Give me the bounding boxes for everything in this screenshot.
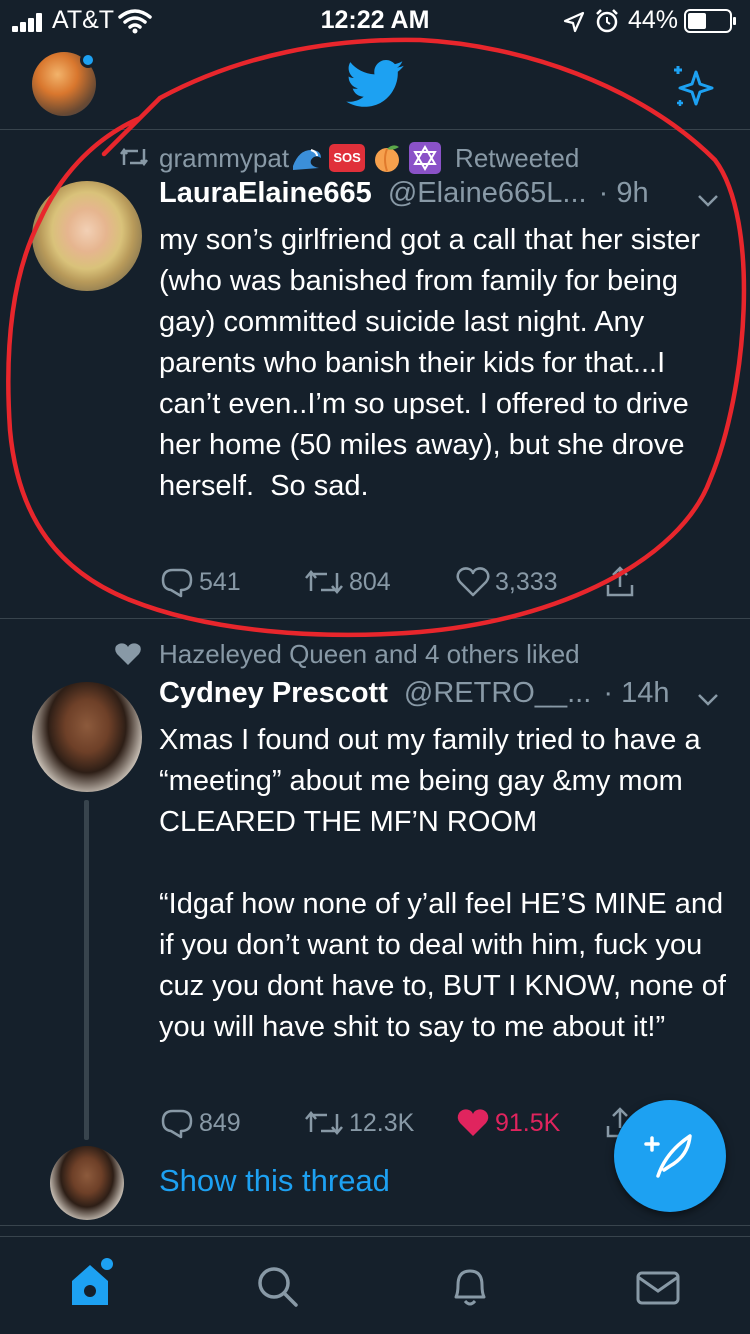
notification-dot <box>80 52 96 68</box>
tweet-text: Xmas I found out my family tried to have… <box>159 724 726 1043</box>
retweet-icon <box>305 1111 343 1135</box>
retweet-button[interactable]: 12.3K <box>303 1103 414 1143</box>
author-display-name[interactable]: LauraElaine665 <box>159 177 372 209</box>
tweet[interactable]: grammypat SOS Retweeted LauraElaine665 @… <box>0 131 750 619</box>
wave-emoji-icon <box>291 144 325 172</box>
thread-line <box>84 800 89 1140</box>
reply-button[interactable]: 849 <box>159 1103 241 1143</box>
tab-search[interactable] <box>248 1259 308 1315</box>
tweet-text: my son’s girlfriend got a call that her … <box>159 224 709 502</box>
tweet-time[interactable]: · 14h <box>603 677 669 709</box>
compose-tweet-button[interactable] <box>614 1100 726 1212</box>
reply-count: 849 <box>199 1108 241 1137</box>
tab-messages[interactable] <box>628 1259 688 1315</box>
star-of-david-emoji-icon <box>409 142 442 174</box>
like-button[interactable]: 91.5K <box>455 1103 560 1143</box>
tweet-actions: 849 12.3K 91.5K <box>159 1103 679 1143</box>
peach-emoji-icon <box>371 143 403 173</box>
search-icon <box>258 1267 298 1307</box>
tab-home[interactable] <box>60 1257 130 1317</box>
twitter-bird-icon[interactable] <box>346 60 404 108</box>
retweet-count: 804 <box>349 567 391 596</box>
messages-envelope-icon <box>636 1271 680 1305</box>
share-button[interactable] <box>603 562 641 602</box>
tweet-actions: 541 804 3,333 <box>159 562 679 602</box>
author-row: LauraElaine665 @Elaine665L... · 9h <box>159 177 649 217</box>
author-handle[interactable]: @Elaine665L... <box>388 177 587 209</box>
retweeted-label: Retweeted <box>455 142 580 173</box>
heart-filled-icon <box>457 1109 489 1136</box>
like-count: 91.5K <box>495 1108 561 1137</box>
author-display-name[interactable]: Cydney Prescott <box>159 677 388 709</box>
reply-count: 541 <box>199 567 241 596</box>
reply-icon <box>161 1109 193 1139</box>
like-count: 3,333 <box>495 567 558 596</box>
reply-icon <box>161 568 193 598</box>
home-icon <box>72 1258 113 1305</box>
tab-notifications[interactable] <box>440 1259 500 1315</box>
like-button[interactable]: 3,333 <box>455 562 558 602</box>
share-icon <box>606 566 634 597</box>
retweet-icon <box>305 570 343 594</box>
sparkle-icon[interactable] <box>668 62 718 112</box>
retweeter-name[interactable]: grammypat <box>159 143 289 174</box>
retweet-button[interactable]: 804 <box>303 562 391 602</box>
chevron-down-icon[interactable] <box>696 193 720 209</box>
heart-outline-icon <box>456 567 490 597</box>
show-thread-link[interactable]: Show this thread <box>159 1163 390 1199</box>
heart-context-icon <box>115 643 141 665</box>
liked-context[interactable]: Hazeleyed Queen and 4 others liked <box>159 639 580 670</box>
battery-icon <box>684 9 736 33</box>
sos-emoji-icon: SOS <box>329 144 366 172</box>
timeline-header <box>0 42 750 130</box>
tweet-time[interactable]: · 9h <box>599 177 649 209</box>
bottom-tab-bar <box>0 1236 750 1334</box>
compose-quill-icon <box>644 1134 692 1178</box>
chevron-down-icon[interactable] <box>696 692 720 708</box>
battery-percent: 44% <box>628 6 679 34</box>
status-bar: AT&T 12:22 AM 44% <box>0 0 750 42</box>
retweet-context-icon <box>120 147 148 167</box>
thread-avatar[interactable] <box>50 1146 124 1220</box>
author-row: Cydney Prescott @RETRO__... · 14h <box>159 677 669 717</box>
alarm-clock-icon <box>596 9 618 33</box>
notifications-bell-icon <box>454 1269 486 1306</box>
reply-button[interactable]: 541 <box>159 562 241 602</box>
retweet-context: grammypat SOS Retweeted <box>159 141 579 175</box>
author-avatar[interactable] <box>32 682 142 792</box>
author-handle[interactable]: @RETRO__... <box>404 677 591 709</box>
location-arrow-icon <box>563 11 585 33</box>
author-avatar[interactable] <box>32 181 142 291</box>
retweet-count: 12.3K <box>349 1108 415 1137</box>
